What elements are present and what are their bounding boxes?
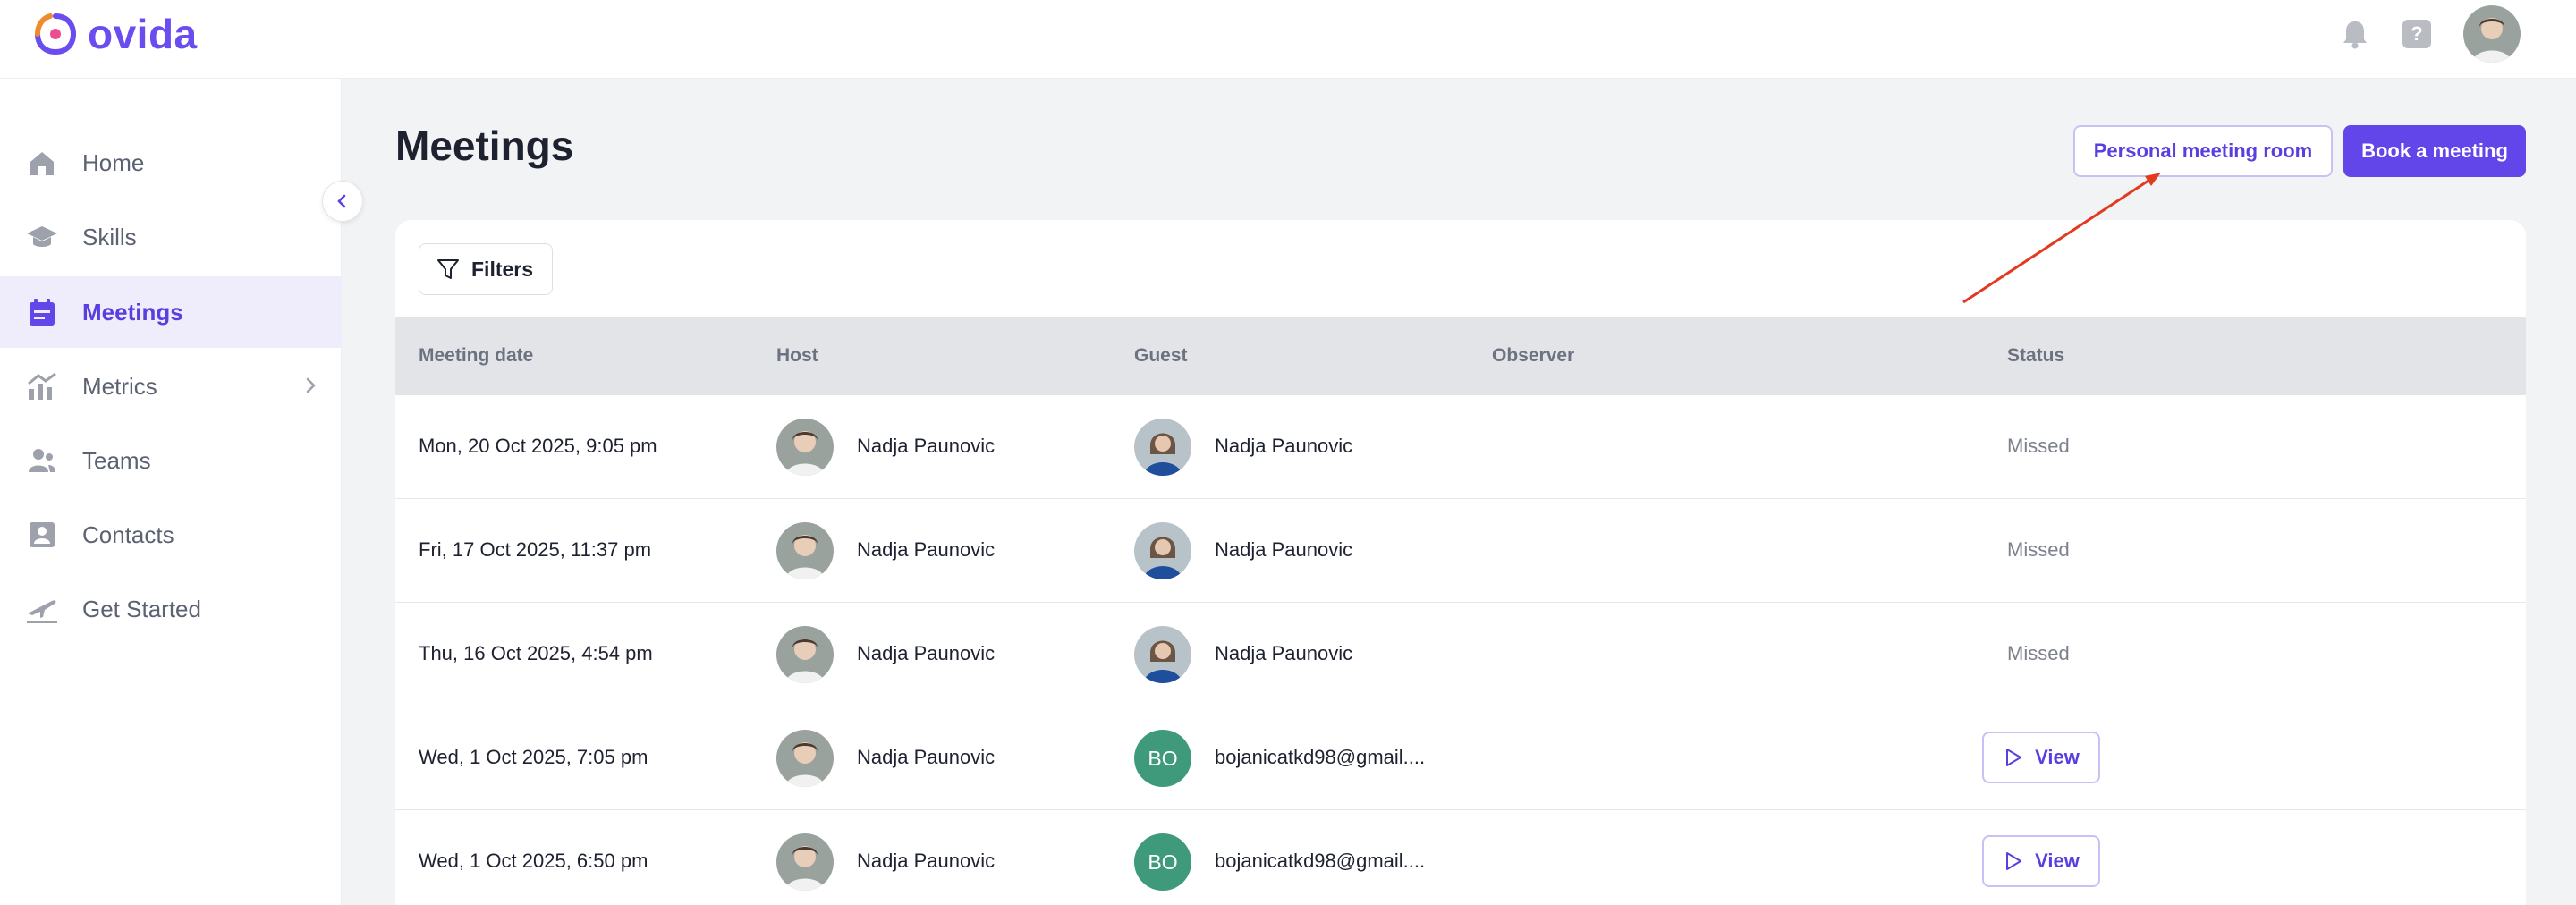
host-name: Nadja Paunovic [857, 435, 996, 457]
meeting-date: Wed, 1 Oct 2025, 6:50 pm [419, 850, 648, 872]
host-avatar [776, 522, 834, 579]
filters-label: Filters [471, 257, 534, 281]
meeting-date: Mon, 20 Oct 2025, 9:05 pm [419, 435, 657, 457]
sidebar-item-label: Meetings [82, 298, 183, 326]
home-icon [25, 146, 59, 180]
column-header-status[interactable]: Status [2007, 345, 2064, 367]
column-header-meeting-date[interactable]: Meeting date [419, 345, 533, 367]
app-name: ovida [88, 11, 198, 57]
column-header-host[interactable]: Host [776, 345, 818, 367]
people-icon [25, 444, 59, 478]
table-header: Meeting date Host Guest Observer Status [395, 317, 2526, 395]
sidebar-item-get-started[interactable]: Get Started [0, 573, 342, 645]
host-name: Nadja Paunovic [857, 642, 996, 664]
sidebar-item-label: Contacts [82, 520, 174, 548]
guest-name: bojanicatkd98@gmail.... [1215, 850, 1426, 872]
column-header-observer[interactable]: Observer [1492, 345, 1574, 367]
personal-meeting-room-button[interactable]: Personal meeting room [2073, 125, 2333, 177]
ovida-logo-icon [35, 13, 77, 55]
status-missed: Missed [2007, 538, 2070, 561]
sidebar-item-meetings[interactable]: Meetings [0, 276, 342, 348]
guest-name: Nadja Paunovic [1215, 538, 1353, 561]
status-missed: Missed [2007, 435, 2070, 457]
sidebar-item-metrics[interactable]: Metrics [0, 351, 342, 422]
book-meeting-button[interactable]: Book a meeting [2343, 125, 2526, 177]
guest-name: Nadja Paunovic [1215, 642, 1353, 664]
view-label: View [2035, 746, 2080, 768]
view-recording-button[interactable]: View [1982, 732, 2100, 783]
table-row[interactable]: Thu, 16 Oct 2025, 4:54 pm Nadja Paunovic… [395, 603, 2526, 706]
guest-initials-avatar: BO [1134, 833, 1191, 891]
view-recording-button[interactable]: View [1982, 835, 2100, 887]
sidebar-item-skills[interactable]: Skills [0, 201, 342, 273]
sidebar-item-teams[interactable]: Teams [0, 425, 342, 496]
guest-initials-avatar: BO [1134, 730, 1191, 787]
top-bar: ovida ? [0, 0, 2576, 79]
main-content: Meetings Personal meeting room Book a me… [342, 79, 2576, 905]
table-row[interactable]: Wed, 1 Oct 2025, 6:50 pm Nadja Paunovic … [395, 810, 2526, 905]
sidebar-item-label: Teams [82, 446, 151, 474]
table-row[interactable]: Fri, 17 Oct 2025, 11:37 pm Nadja Paunovi… [395, 499, 2526, 603]
host-name: Nadja Paunovic [857, 538, 996, 561]
guest-avatar [1134, 419, 1191, 476]
play-icon [2006, 749, 2022, 766]
app-logo[interactable]: ovida [32, 9, 198, 59]
contact-card-icon [25, 518, 59, 552]
bell-icon[interactable] [2340, 18, 2370, 50]
host-avatar [776, 419, 834, 476]
meeting-date: Fri, 17 Oct 2025, 11:37 pm [419, 538, 652, 561]
sidebar-item-label: Get Started [82, 595, 201, 622]
chevron-right-icon [306, 377, 316, 393]
chart-icon [25, 369, 59, 403]
host-avatar [776, 833, 834, 891]
host-avatar [776, 730, 834, 787]
sidebar-collapse-button[interactable] [322, 181, 363, 222]
graduation-cap-icon [25, 220, 59, 254]
filter-icon [437, 259, 459, 279]
plane-icon [25, 592, 59, 626]
calendar-icon [25, 295, 59, 329]
guest-name: bojanicatkd98@gmail.... [1215, 746, 1426, 768]
status-missed: Missed [2007, 642, 2070, 664]
column-header-guest[interactable]: Guest [1134, 345, 1188, 367]
view-label: View [2035, 850, 2080, 872]
sidebar-item-label: Home [82, 148, 145, 176]
sidebar-item-label: Metrics [82, 372, 157, 400]
guest-avatar [1134, 626, 1191, 683]
sidebar-item-home[interactable]: Home [0, 127, 342, 199]
meeting-date: Wed, 1 Oct 2025, 7:05 pm [419, 746, 648, 768]
user-avatar[interactable] [2463, 5, 2521, 63]
guest-avatar [1134, 522, 1191, 579]
play-icon [2006, 852, 2022, 870]
page-title: Meetings [395, 123, 574, 169]
sidebar: Home Skills Meetings Metrics Teams Conta… [0, 79, 342, 905]
meetings-table-card: Filters Meeting date Host Guest Observer… [395, 220, 2526, 905]
guest-name: Nadja Paunovic [1215, 435, 1353, 457]
meeting-date: Thu, 16 Oct 2025, 4:54 pm [419, 642, 653, 664]
sidebar-item-contacts[interactable]: Contacts [0, 499, 342, 571]
table-row[interactable]: Wed, 1 Oct 2025, 7:05 pm Nadja Paunovic … [395, 706, 2526, 810]
host-name: Nadja Paunovic [857, 850, 996, 872]
table-row[interactable]: Mon, 20 Oct 2025, 9:05 pm Nadja Paunovic… [395, 395, 2526, 499]
sidebar-item-label: Skills [82, 223, 137, 250]
host-avatar [776, 626, 834, 683]
filters-button[interactable]: Filters [419, 243, 553, 295]
help-icon[interactable]: ? [2402, 20, 2431, 48]
host-name: Nadja Paunovic [857, 746, 996, 768]
chevron-left-icon [337, 194, 346, 208]
